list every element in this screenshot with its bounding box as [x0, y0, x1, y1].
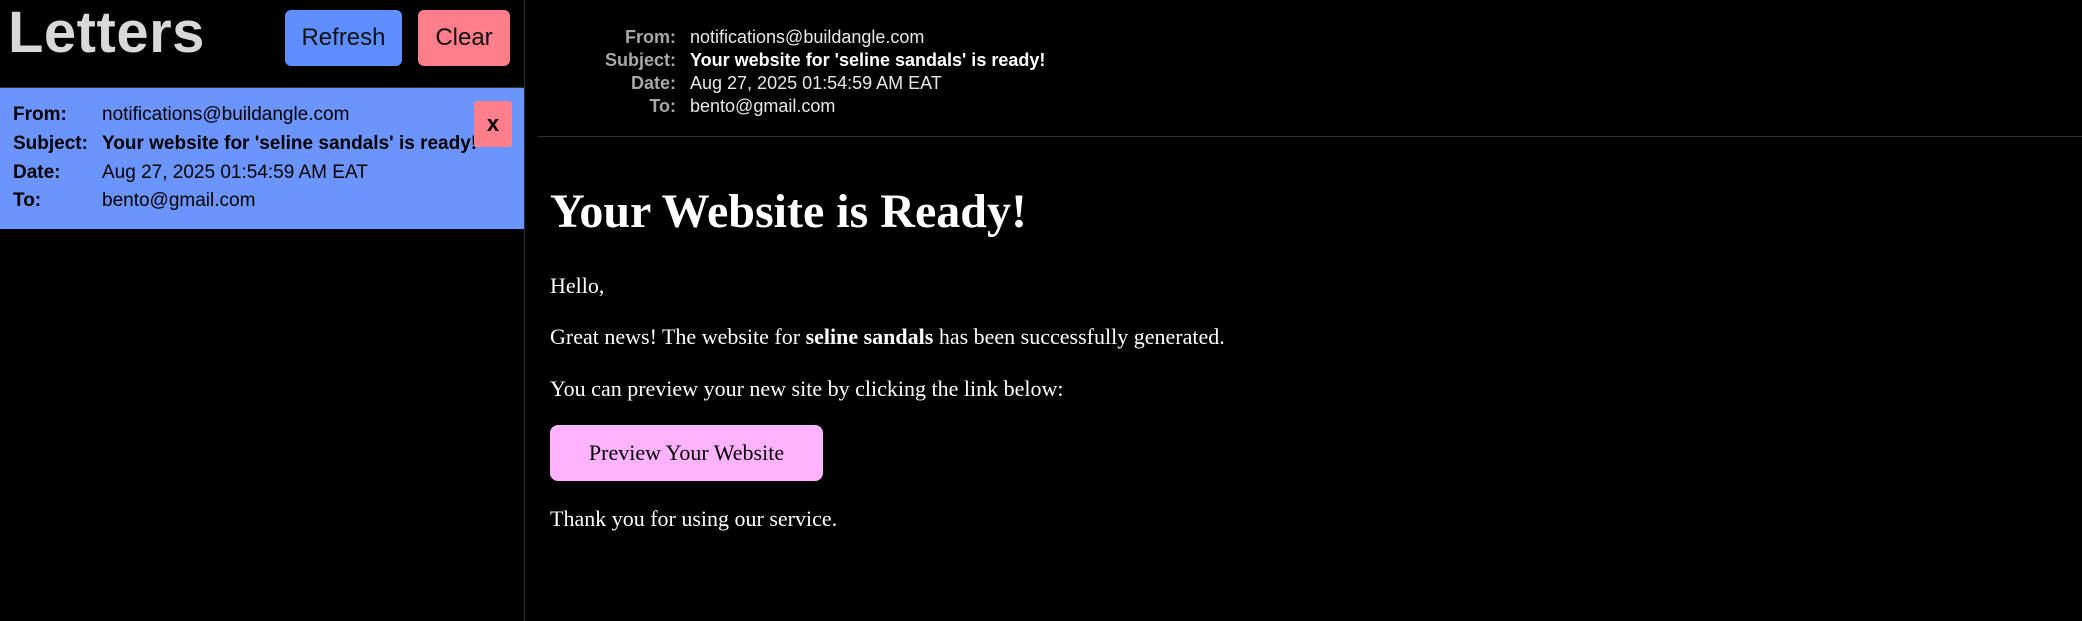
message-to-row: To: bento@gmail.com [13, 189, 255, 213]
header-subject-label: Subject: [604, 50, 676, 70]
message-to-value: bento@gmail.com [102, 190, 256, 211]
message-list-item[interactable]: From: notifications@buildangle.com Subjec… [0, 88, 524, 229]
message-from-label: From: [13, 104, 67, 125]
header-from-value: notifications@buildangle.com [690, 27, 925, 47]
preview-website-button[interactable]: Preview Your Website [550, 425, 823, 481]
header-subject-row: Subject: Your website for 'seline sandals… [538, 49, 1538, 71]
message-date-value: Aug 27, 2025 01:54:59 AM EAT [102, 162, 368, 183]
message-subject-label: Subject: [13, 133, 88, 154]
message-from-row: From: notifications@buildangle.com [13, 103, 349, 127]
message-from-value: notifications@buildangle.com [102, 104, 350, 125]
header-date-label: Date: [630, 73, 676, 93]
mail-app: Letters Refresh Clear From: notifications… [0, 0, 2082, 621]
header-date-value: Aug 27, 2025 01:54:59 AM EAT [690, 73, 942, 93]
header-to-value: bento@gmail.com [690, 96, 836, 116]
sidebar-header: Letters Refresh Clear [0, 0, 524, 88]
message-date-row: Date: Aug 27, 2025 01:54:59 AM EAT [13, 161, 368, 185]
message-date-label: Date: [13, 162, 61, 183]
delete-message-button[interactable]: x [474, 101, 512, 147]
message-subject-value: Your website for 'seline sandals' is rea… [102, 133, 478, 154]
email-heading: Your Website is Ready! [550, 185, 1027, 238]
header-to-row: To: bento@gmail.com [538, 95, 1538, 117]
site-name: seline sandals [805, 324, 934, 349]
email-body: Your Website is Ready! Hello, Great news… [550, 180, 1950, 531]
header-subject-value: Your website for 'seline sandals' is rea… [690, 50, 1046, 70]
header-from-row: From: notifications@buildangle.com [538, 26, 1538, 48]
header-to-label: To: [649, 96, 676, 116]
clear-button[interactable]: Clear [418, 10, 510, 66]
message-viewer: From: notifications@buildangle.com Subjec… [526, 0, 2082, 621]
message-subject-row: Subject: Your website for 'seline sandals… [13, 132, 477, 156]
email-news-paragraph: Great news! The website for seline sanda… [550, 323, 1225, 351]
news-suffix: has been successfully generated. [933, 324, 1225, 349]
email-preview-paragraph: You can preview your new site by clickin… [550, 376, 1064, 401]
email-thanks: Thank you for using our service. [550, 506, 838, 531]
email-greeting: Hello, [550, 273, 605, 298]
message-to-label: To: [13, 190, 42, 211]
message-header: From: notifications@buildangle.com Subjec… [538, 0, 2082, 137]
header-from-label: From: [625, 27, 676, 47]
sidebar: Letters Refresh Clear From: notifications… [0, 0, 525, 621]
news-prefix: Great news! The website for [550, 324, 806, 349]
header-date-row: Date: Aug 27, 2025 01:54:59 AM EAT [538, 72, 1538, 94]
refresh-button[interactable]: Refresh [285, 10, 402, 66]
app-title: Letters [8, 0, 205, 65]
